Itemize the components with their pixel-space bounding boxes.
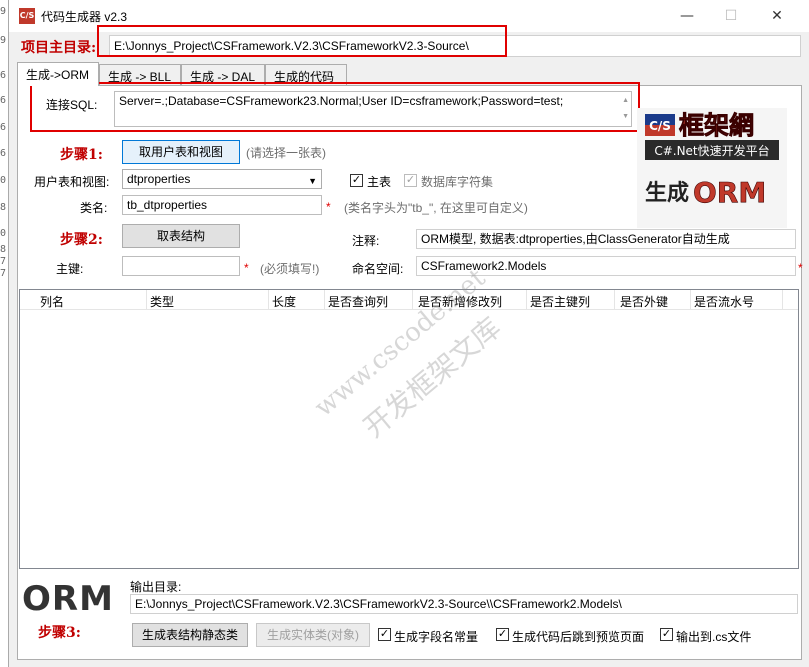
logo-graphic: C/S 框架網 C#.Net快速开发平台 生成 ORM [637,108,787,228]
required-mark: * [326,200,331,214]
gutter-digit: 6 [0,148,7,159]
db-charset-checkbox-label: 数据库字符集 [421,175,494,189]
comment-label: 注释: [352,234,380,248]
gutter-digit: 6 [0,122,7,133]
logo-orm-text: ORM [693,176,766,209]
primary-key-label: 主键: [56,262,84,276]
window-title: 代码生成器 v2.3 [41,10,128,24]
table-view-select[interactable]: dtproperties ▼ [122,169,322,189]
logo-subtitle-text: C#.Net快速开发平台 [654,143,769,158]
preview-checkbox[interactable]: ✓ [496,628,509,641]
grid-divider [690,290,691,310]
grid-col-fk[interactable]: 是否外键 [620,293,668,310]
gutter-digit: 7 [0,256,7,267]
class-name-hint: (类名字头为"tb_", 在这里可自定义) [344,201,528,215]
orm-big-label: ORM [22,579,114,619]
grid-col-length[interactable]: 长度 [272,293,296,310]
logo-cs-text: C/S [649,119,671,133]
logo-gen-text: 生成 [645,181,689,206]
main-table-checkbox-label: 主表 [367,175,392,189]
grid-col-pk[interactable]: 是否主键列 [530,293,590,310]
gutter-digit: 6 [0,95,7,106]
required-mark: * [244,261,249,275]
preview-checkbox-label: 生成代码后跳到预览页面 [512,630,645,644]
output-dir-label: 输出目录: [130,580,182,594]
step1-label: 步骤1: [60,147,103,163]
logo-title-text: 框架網 [679,111,754,140]
fields-grid[interactable]: 列名 类型 长度 是否查询列 是否新增修改列 是否主键列 是否外键 是否流水号 [19,289,799,569]
primary-key-input[interactable] [122,256,240,276]
gutter-digit: 7 [0,268,7,279]
maximize-button[interactable]: ☐ [711,4,751,28]
get-structure-button[interactable]: 取表结构 [122,224,240,248]
project-dir-label: 项目主目录: [21,40,97,56]
gutter-digit: 9 [0,35,7,46]
grid-divider [324,290,325,310]
table-view-value: dtproperties [127,172,191,186]
app-icon: C/S [19,8,35,24]
field-const-checkbox[interactable]: ✓ [378,628,391,641]
gen-static-class-button[interactable]: 生成表结构静态类 [132,623,248,647]
gutter-digit: 8 [0,244,7,255]
required-mark: * [798,261,803,275]
grid-col-query[interactable]: 是否查询列 [328,293,388,310]
grid-header: 列名 类型 长度 是否查询列 是否新增修改列 是否主键列 是否外键 是否流水号 [20,290,798,310]
output-cs-checkbox-label: 输出到.cs文件 [676,630,752,644]
gen-entity-class-button[interactable]: 生成实体类(对象) [256,623,370,647]
db-charset-checkbox[interactable]: ✓ [404,174,417,187]
class-name-input[interactable]: tb_dtproperties [122,195,322,215]
grid-col-type[interactable]: 类型 [150,293,174,310]
grid-col-edit[interactable]: 是否新增修改列 [418,293,502,310]
grid-divider [268,290,269,310]
output-dir-input[interactable]: E:\Jonnys_Project\CSFramework.V2.3\CSFra… [130,594,798,614]
gutter-digit: 0 [0,228,7,239]
gutter-digit: 9 [0,6,7,17]
close-button[interactable]: ✕ [757,4,797,28]
grid-col-name[interactable]: 列名 [40,293,64,310]
get-tables-button[interactable]: 取用户表和视图 [122,140,240,164]
step3-label: 步骤3: [38,625,81,641]
gutter-digit: 6 [0,70,7,81]
namespace-label: 命名空间: [352,262,404,276]
grid-divider [614,290,615,310]
tab-orm[interactable]: 生成->ORM [17,62,99,86]
get-tables-hint: (请选择一张表) [246,146,326,160]
gutter-digit: 0 [0,175,7,186]
grid-divider [412,290,413,310]
chevron-down-icon[interactable]: ▼ [308,173,317,188]
primary-key-hint: (必须填写!) [260,262,320,276]
grid-divider [782,290,783,310]
gutter-digit: 8 [0,202,7,213]
step2-label: 步骤2: [60,232,103,248]
minimize-button[interactable]: — [667,4,707,28]
left-edge-gutter: 9 9 6 6 6 6 0 8 0 8 7 7 [0,0,8,667]
field-const-checkbox-label: 生成字段名常量 [394,630,479,644]
csframework-logo: C/S 框架網 C#.Net快速开发平台 生成 ORM [637,108,787,228]
output-cs-checkbox[interactable]: ✓ [660,628,673,641]
table-view-label: 用户表和视图: [34,175,110,189]
grid-col-serial[interactable]: 是否流水号 [694,293,754,310]
grid-divider [526,290,527,310]
main-table-checkbox[interactable]: ✓ [350,174,363,187]
class-name-label: 类名: [80,201,108,215]
highlight-box-conn [30,82,640,132]
namespace-input[interactable]: CSFramework2.Models [416,256,796,276]
highlight-box-project [97,25,507,57]
code-generator-window: C/S 代码生成器 v2.3 — ☐ ✕ 项目主目录: E:\Jonnys_Pr… [8,0,809,667]
grid-divider [146,290,147,310]
comment-input[interactable]: ORM模型, 数据表:dtproperties,由ClassGenerator自… [416,229,796,249]
orm-tab-panel: 连接SQL: Server=.;Database=CSFramework23.N… [17,82,803,660]
